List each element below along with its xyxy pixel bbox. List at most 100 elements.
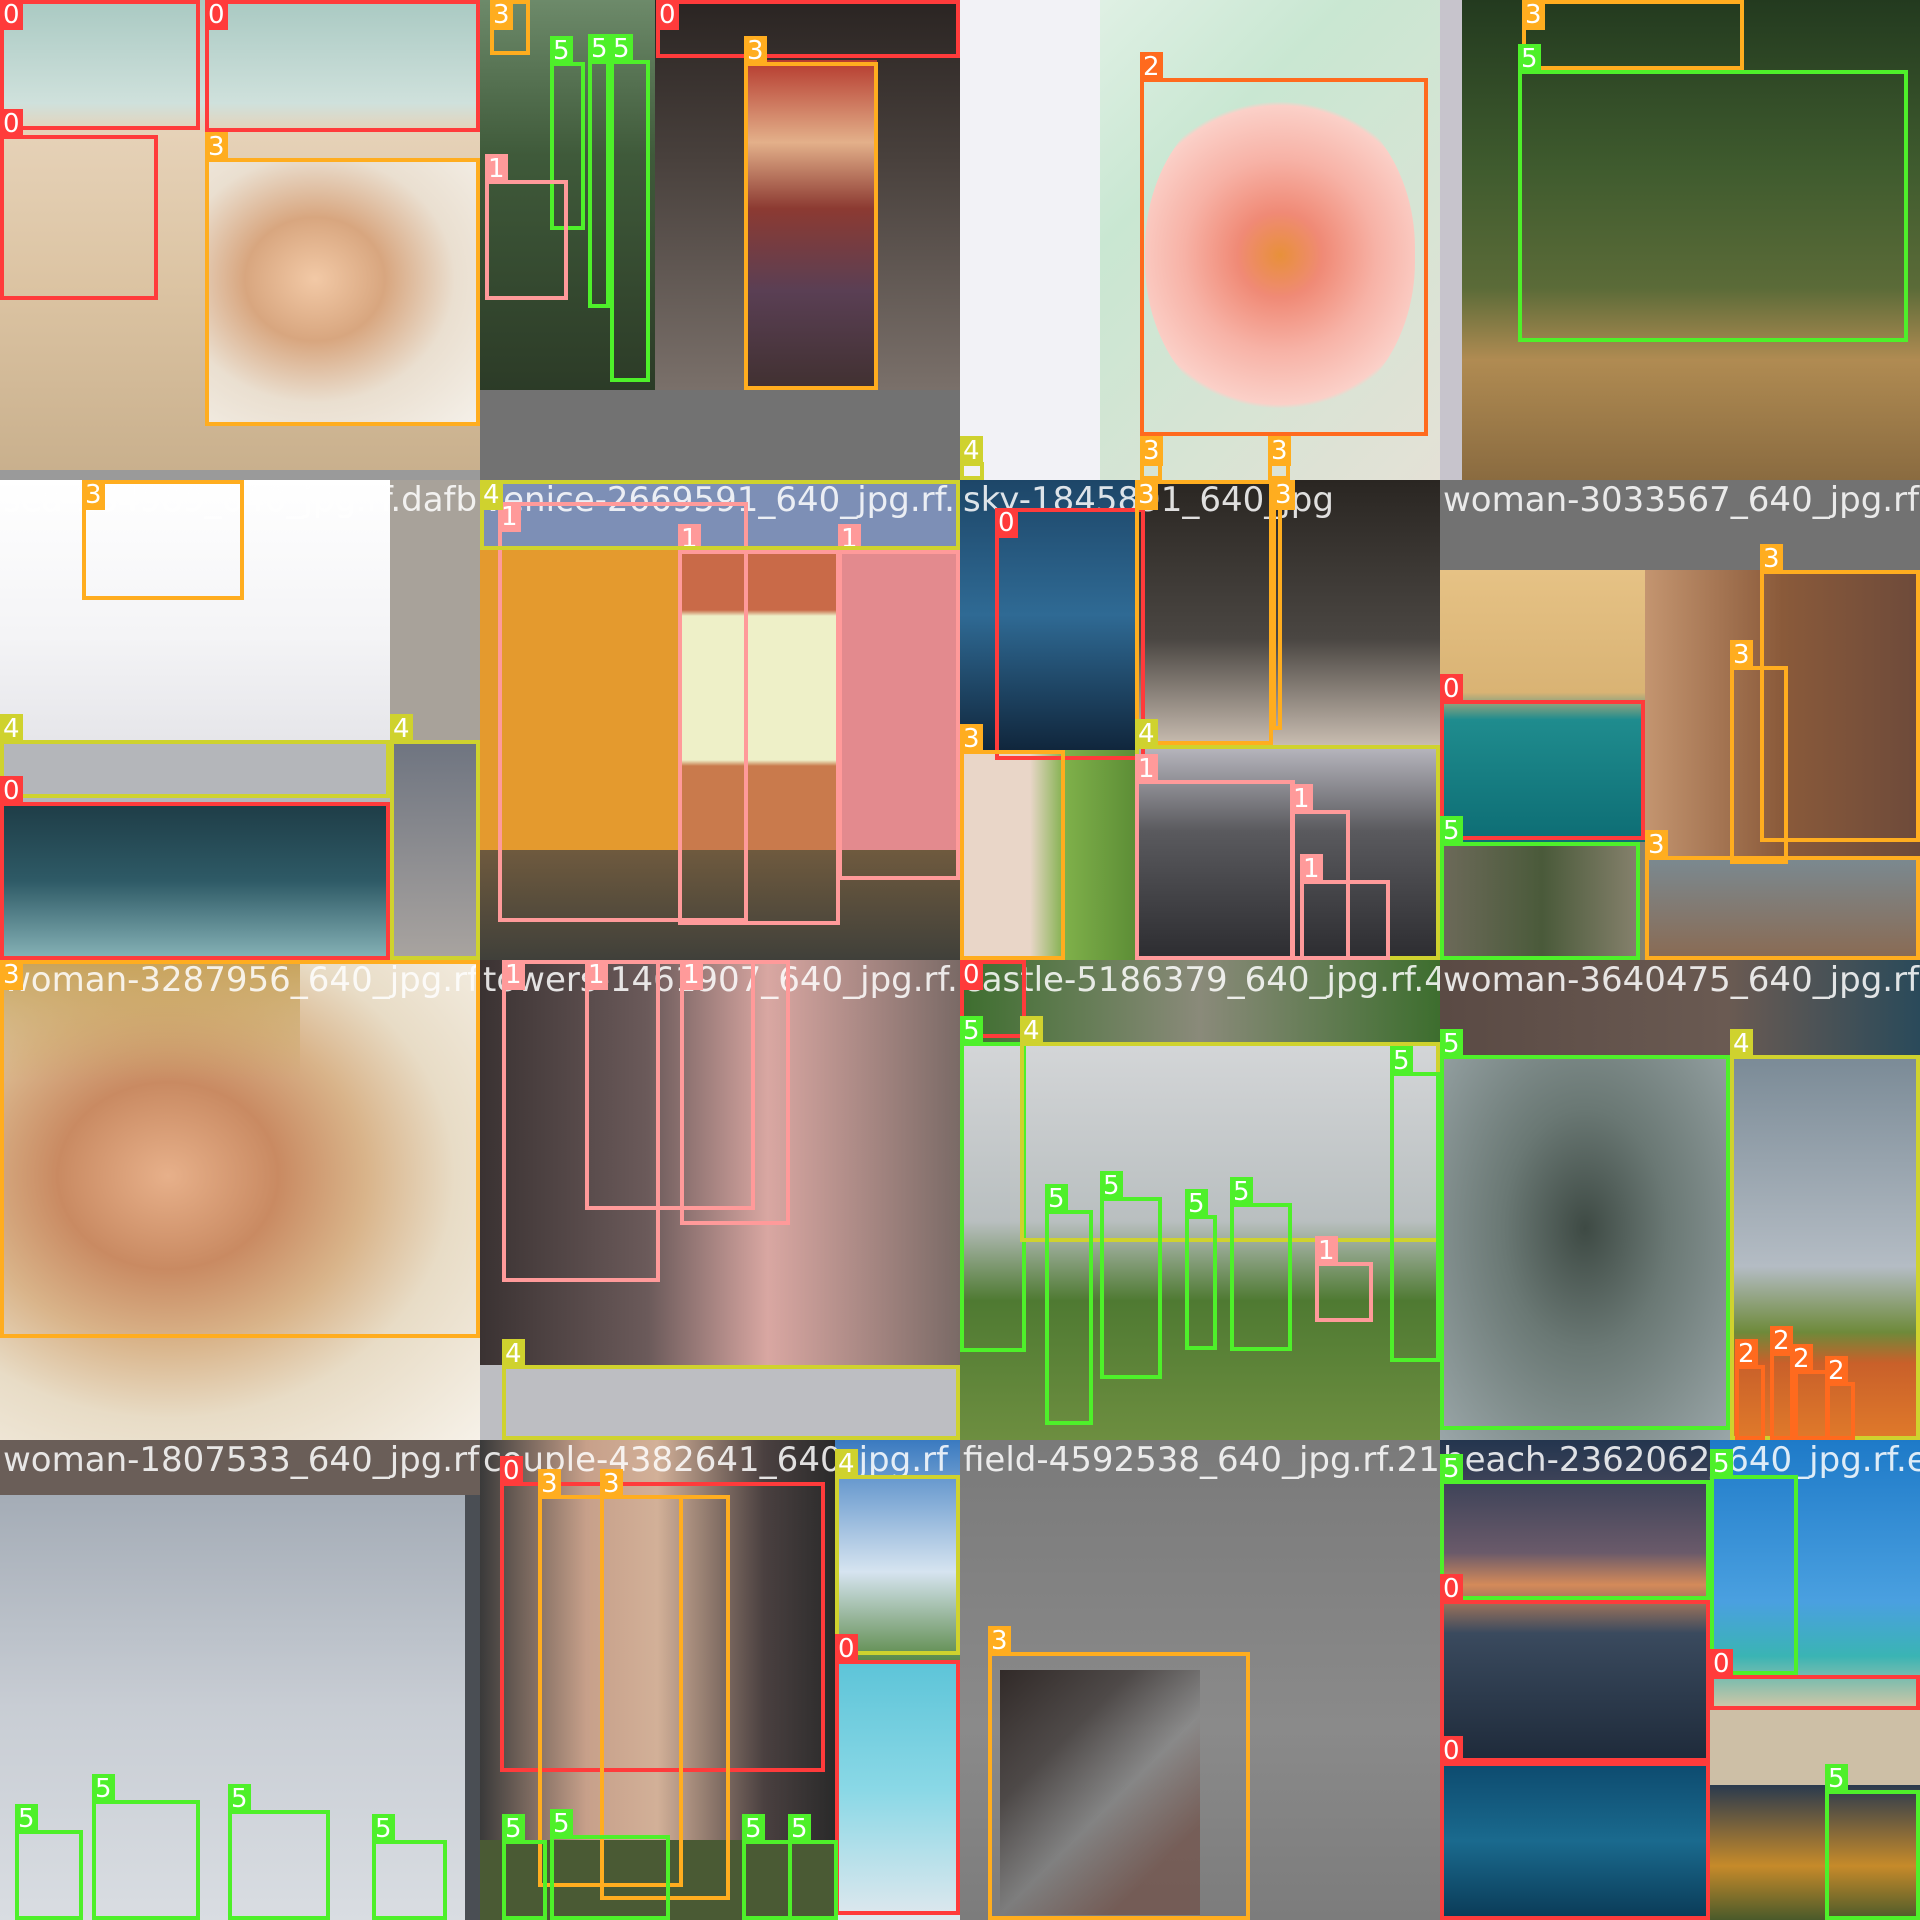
class-tag: 3 (1140, 436, 1163, 466)
bbox-class-3 (744, 62, 878, 390)
bbox-class-1 (485, 180, 568, 300)
bbox-class-4 (390, 740, 480, 960)
tile: castle-5186379_640_jpg.rf.4 054555515 (960, 960, 1440, 1440)
class-tag: 0 (205, 0, 228, 30)
bbox-class-0 (656, 0, 960, 58)
tile: sky-1845891_640_jpg 03334111 (960, 480, 1440, 960)
class-tag: 5 (588, 34, 611, 64)
bbox-class-5 (1710, 1475, 1798, 1675)
tile: towers-1461907_640_jpg.rf.9 1114 (480, 960, 960, 1440)
class-tag: 0 (960, 960, 983, 990)
class-tag: 5 (610, 34, 633, 64)
class-tag: 1 (1315, 1236, 1338, 1266)
bbox-class-0 (1710, 1675, 1920, 1710)
class-tag: 4 (1135, 719, 1158, 749)
class-tag: 1 (1290, 784, 1313, 814)
bbox-class-3 (0, 960, 480, 1338)
class-tag: 5 (15, 1804, 38, 1834)
bbox-class-5 (788, 1840, 838, 1920)
class-tag: 0 (500, 1456, 523, 1486)
photo-boat-beach (1710, 1710, 1920, 1785)
bbox-class-4 (835, 1475, 960, 1655)
class-tag: 2 (1735, 1339, 1758, 1369)
bbox-class-5 (1045, 1210, 1093, 1425)
tile: field-4592538_640_jpg.rf.21 3 (960, 1440, 1440, 1920)
class-tag: 5 (1100, 1171, 1123, 1201)
bbox-class-5 (742, 1840, 792, 1920)
class-tag: 1 (502, 960, 525, 990)
class-tag: 3 (205, 132, 228, 162)
bbox-class-0 (1440, 1600, 1710, 1762)
class-tag: 0 (0, 776, 23, 806)
class-tag: 1 (1300, 854, 1323, 884)
bbox-class-1 (1135, 780, 1295, 960)
bbox-class-5 (550, 1835, 670, 1920)
bbox-class-3 (1645, 856, 1920, 960)
bbox-class-5 (1390, 1072, 1440, 1362)
class-tag: 0 (835, 1634, 858, 1664)
tile: 3515503 (480, 0, 960, 480)
class-tag: 1 (680, 960, 703, 990)
class-tag: 3 (600, 1469, 623, 1499)
tile-label: woman-3640475_640_jpg.rf (1443, 960, 1920, 1000)
bbox-class-5 (92, 1800, 200, 1920)
tile: venice-2669591_640_jpg.rf.e4 1114 (480, 480, 960, 960)
class-tag: 4 (1020, 1016, 1043, 1046)
bbox-class-3 (1135, 480, 1273, 745)
class-tag: 5 (788, 1814, 811, 1844)
photo-left-strip (1440, 0, 1462, 480)
class-tag: 3 (1272, 480, 1295, 510)
class-tag: 5 (1185, 1189, 1208, 1219)
bbox-class-2 (1140, 78, 1428, 436)
tile: couple-4382641_640_jpg.rf 033405555 (480, 1440, 960, 1920)
class-tag: 3 (1645, 830, 1668, 860)
bbox-class-5 (1230, 1203, 1292, 1351)
class-tag: 0 (1710, 1649, 1733, 1679)
bbox-class-3 (1730, 666, 1788, 864)
bbox-class-2 (1790, 1370, 1830, 1440)
class-tag: 5 (1045, 1184, 1068, 1214)
tile-label: field-4592538_640_jpg.rf.21 (963, 1440, 1440, 1480)
class-tag: 3 (960, 724, 983, 754)
padding (0, 470, 480, 480)
class-tag: 3 (1135, 480, 1158, 510)
class-tag: 5 (1440, 1029, 1463, 1059)
bbox-class-5 (502, 1840, 547, 1920)
tile: 0 0 0 3 (0, 0, 480, 480)
bbox-class-5 (1440, 1055, 1730, 1430)
class-tag: 4 (480, 480, 503, 510)
photo-white-left (960, 0, 1100, 480)
bbox-class-5 (15, 1830, 83, 1920)
tile: woman-3287956_640_jpg.rf 3 (0, 960, 480, 1440)
tile-label: castle-5186379_640_jpg.rf.4 (963, 960, 1440, 1000)
bbox-class-0 (1440, 1762, 1710, 1920)
bbox-class-4 (0, 740, 390, 798)
bbox-class-5 (1825, 1790, 1920, 1920)
bbox-class-5 (960, 1042, 1026, 1352)
class-tag: 5 (1440, 1454, 1463, 1484)
bbox-class-3 (1522, 0, 1744, 70)
bbox-class-2 (1825, 1382, 1855, 1440)
bbox-class-1 (1300, 880, 1390, 960)
bbox-class-1 (1315, 1262, 1373, 1322)
class-tag: 3 (0, 960, 23, 990)
class-tag: 0 (0, 0, 23, 30)
bbox-class-1 (678, 550, 840, 925)
class-tag: 5 (742, 1814, 765, 1844)
class-tag: 5 (1390, 1046, 1413, 1076)
class-tag: 0 (0, 109, 23, 139)
class-tag: 3 (1522, 0, 1545, 30)
photo-right-strip (465, 1495, 480, 1920)
bbox-class-2 (1735, 1365, 1765, 1440)
bbox-class-1 (838, 550, 960, 880)
bbox-class-4 (502, 1365, 960, 1440)
tile-label: beach-2362062_640_jpg.rf.e (1443, 1440, 1920, 1480)
bbox-class-3 (205, 158, 480, 426)
class-tag: 5 (1825, 1764, 1848, 1794)
class-tag: 0 (656, 0, 679, 30)
padding (480, 390, 960, 480)
class-tag: 3 (988, 1626, 1011, 1656)
class-tag: 5 (550, 1809, 573, 1839)
bbox-class-0 (835, 1660, 960, 1915)
class-tag: 3 (1268, 436, 1291, 466)
